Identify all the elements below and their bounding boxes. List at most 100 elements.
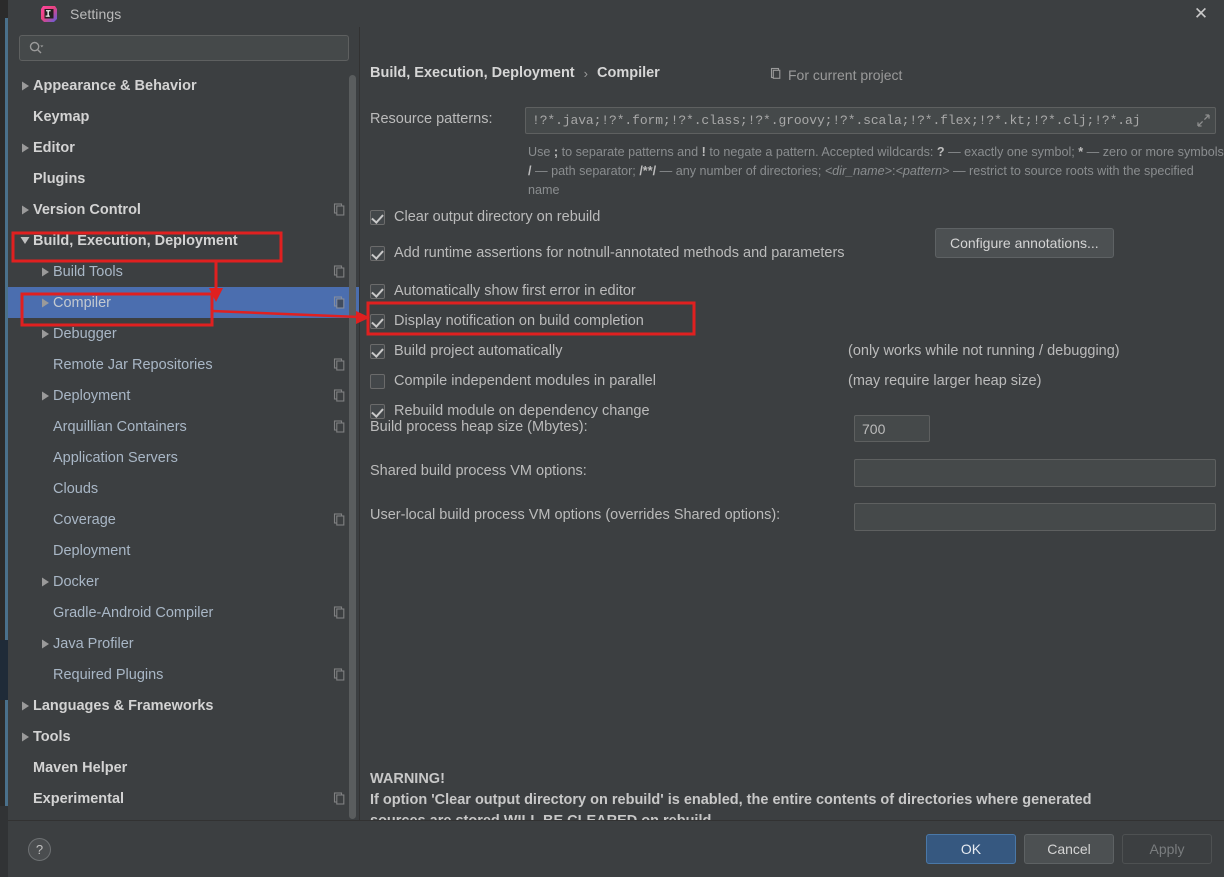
field-row-shared-vm: Shared build process VM options:	[370, 459, 1216, 487]
sidebar-item-label: Appearance & Behavior	[33, 77, 197, 94]
heap-size-input[interactable]	[854, 415, 930, 442]
sidebar-item-maven-helper[interactable]: Maven Helper	[8, 752, 360, 783]
field-row-user-local-vm: User-local build process VM options (ove…	[370, 503, 1216, 531]
scope-note-label: For current project	[788, 67, 903, 83]
resource-patterns-label: Resource patterns:	[370, 111, 493, 127]
sidebar-item-java-profiler[interactable]: Java Profiler	[8, 628, 360, 659]
checkbox-label-clear-output: Clear output directory on rebuild	[394, 209, 601, 225]
checkbox-show-first-error[interactable]	[370, 283, 385, 299]
sidebar-item-label: Version Control	[33, 201, 141, 218]
checkbox-build-project-automatically[interactable]	[370, 343, 385, 359]
chevron-right-icon[interactable]	[17, 732, 33, 742]
sidebar-item-compiler[interactable]: Compiler	[8, 287, 360, 318]
checkbox-clear-output[interactable]	[370, 209, 385, 225]
sidebar-item-tools[interactable]: Tools	[8, 721, 360, 752]
search-input[interactable]	[48, 40, 340, 56]
chevron-right-icon[interactable]	[37, 267, 53, 277]
sidebar-item-keymap[interactable]: Keymap	[8, 101, 360, 132]
chevron-right-icon[interactable]	[17, 81, 33, 91]
close-icon[interactable]: ✕	[1184, 0, 1218, 27]
sidebar-item-languages-frameworks[interactable]: Languages & Frameworks	[8, 690, 360, 721]
chevron-right-icon[interactable]	[37, 391, 53, 401]
project-scope-icon	[333, 513, 346, 526]
search-box[interactable]	[19, 35, 349, 61]
sidebar-item-required-plugins[interactable]: Required Plugins	[8, 659, 360, 690]
checkbox-row-build-project-automatically[interactable]: Build project automatically (only works …	[370, 336, 1216, 366]
ide-background-dark-block	[0, 640, 8, 700]
chevron-down-icon[interactable]	[17, 236, 33, 245]
chevron-right-icon[interactable]	[37, 577, 53, 587]
expand-icon[interactable]	[1196, 113, 1211, 128]
resource-patterns-hint: Use ; to separate patterns and ! to nega…	[528, 145, 1224, 197]
project-scope-icon	[333, 606, 346, 619]
checkbox-row-runtime-assertions[interactable]: Add runtime assertions for notnull-annot…	[370, 228, 1216, 268]
breadcrumb-parent[interactable]: Build, Execution, Deployment	[370, 65, 575, 81]
warning-heading: WARNING!	[370, 771, 445, 787]
sidebar-scrollbar[interactable]	[349, 75, 356, 819]
sidebar-item-build-execution-deployment[interactable]: Build, Execution, Deployment	[8, 225, 360, 256]
sidebar-item-arquillian-containers[interactable]: Arquillian Containers	[8, 411, 360, 442]
sidebar-item-label: Debugger	[53, 325, 117, 342]
chevron-right-icon[interactable]	[37, 639, 53, 649]
user-local-vm-options-input[interactable]	[854, 503, 1216, 531]
chevron-right-icon[interactable]	[37, 329, 53, 339]
apply-button[interactable]: Apply	[1122, 834, 1212, 864]
sidebar-item-debugger[interactable]: Debugger	[8, 318, 360, 349]
resource-patterns-field[interactable]: !?*.java;!?*.form;!?*.class;!?*.groovy;!…	[525, 107, 1216, 134]
sidebar-item-label: Remote Jar Repositories	[53, 356, 213, 373]
configure-annotations-button[interactable]: Configure annotations...	[935, 228, 1114, 258]
chevron-right-icon[interactable]	[17, 701, 33, 711]
sidebar-item-experimental[interactable]: Experimental	[8, 783, 360, 814]
sidebar-item-label: Gradle-Android Compiler	[53, 604, 214, 621]
compiler-settings-panel: Build, Execution, Deployment › Compiler …	[360, 27, 1224, 829]
chevron-right-icon[interactable]	[17, 205, 33, 215]
settings-dialog: Settings ✕ Appearance & Behavior Keymap …	[8, 0, 1224, 877]
sidebar-item-gradle-android-compiler[interactable]: Gradle-Android Compiler	[8, 597, 360, 628]
sidebar-item-label: Build, Execution, Deployment	[33, 232, 238, 249]
sidebar-item-remote-jar-repositories[interactable]: Remote Jar Repositories	[8, 349, 360, 380]
settings-sidebar: Appearance & Behavior Keymap Editor Plugins…	[8, 27, 360, 820]
sidebar-item-version-control[interactable]: Version Control	[8, 194, 360, 225]
sidebar-item-label: Required Plugins	[53, 666, 164, 683]
sidebar-item-editor[interactable]: Editor	[8, 132, 360, 163]
checkbox-label-runtime-assertions: Add runtime assertions for notnull-annot…	[394, 245, 845, 261]
sidebar-item-deployment[interactable]: Deployment	[8, 380, 360, 411]
sidebar-item-label: Deployment	[53, 542, 131, 559]
checkbox-row-display-notification[interactable]: Display notification on build completion	[370, 306, 1216, 336]
checkbox-row-show-first-error[interactable]: Automatically show first error in editor	[370, 276, 1216, 306]
resource-patterns-row: Resource patterns: !?*.java;!?*.form;!?*…	[370, 107, 1216, 134]
sidebar-item-clouds[interactable]: Clouds	[8, 473, 360, 504]
project-scope-icon	[333, 389, 346, 402]
checkbox-row-compile-parallel[interactable]: Compile independent modules in parallel …	[370, 366, 1216, 396]
sidebar-item-docker[interactable]: Docker	[8, 566, 360, 597]
breadcrumb: Build, Execution, Deployment › Compiler	[370, 65, 660, 81]
checkbox-aside-compile-parallel: (may require larger heap size)	[848, 373, 1042, 389]
checkbox-runtime-assertions[interactable]	[370, 245, 385, 261]
sidebar-item-label: Coverage	[53, 511, 116, 528]
checkbox-compile-parallel[interactable]	[370, 373, 385, 389]
footer-buttons: OK Cancel Apply	[926, 834, 1212, 864]
cancel-button[interactable]: Cancel	[1024, 834, 1114, 864]
shared-vm-options-input[interactable]	[854, 459, 1216, 487]
sidebar-item-plugins[interactable]: Plugins	[8, 163, 360, 194]
sidebar-item-application-servers[interactable]: Application Servers	[8, 442, 360, 473]
settings-tree[interactable]: Appearance & Behavior Keymap Editor Plugins…	[8, 67, 360, 820]
sidebar-item-deployment[interactable]: Deployment	[8, 535, 360, 566]
checkbox-aside-build-project-automatically: (only works while not running / debuggin…	[848, 343, 1120, 359]
sidebar-item-label: Clouds	[53, 480, 99, 497]
chevron-right-icon[interactable]	[17, 143, 33, 153]
intellij-idea-logo-icon	[40, 5, 58, 23]
settings-dialog-screen: Settings ✕ Appearance & Behavior Keymap …	[0, 0, 1224, 877]
sidebar-item-build-tools[interactable]: Build Tools	[8, 256, 360, 287]
sidebar-item-appearance-behavior[interactable]: Appearance & Behavior	[8, 70, 360, 101]
checkbox-display-notification[interactable]	[370, 313, 385, 329]
help-button[interactable]: ?	[28, 837, 51, 861]
field-label-heap-size: Build process heap size (Mbytes):	[370, 419, 588, 435]
sidebar-item-coverage[interactable]: Coverage	[8, 504, 360, 535]
checkbox-label-display-notification: Display notification on build completion	[394, 313, 644, 329]
chevron-right-icon[interactable]	[37, 298, 53, 308]
sidebar-item-label: Maven Helper	[33, 759, 128, 776]
ok-button[interactable]: OK	[926, 834, 1016, 864]
sidebar-item-label: Keymap	[33, 108, 90, 125]
field-label-user-local-vm: User-local build process VM options (ove…	[370, 507, 781, 523]
